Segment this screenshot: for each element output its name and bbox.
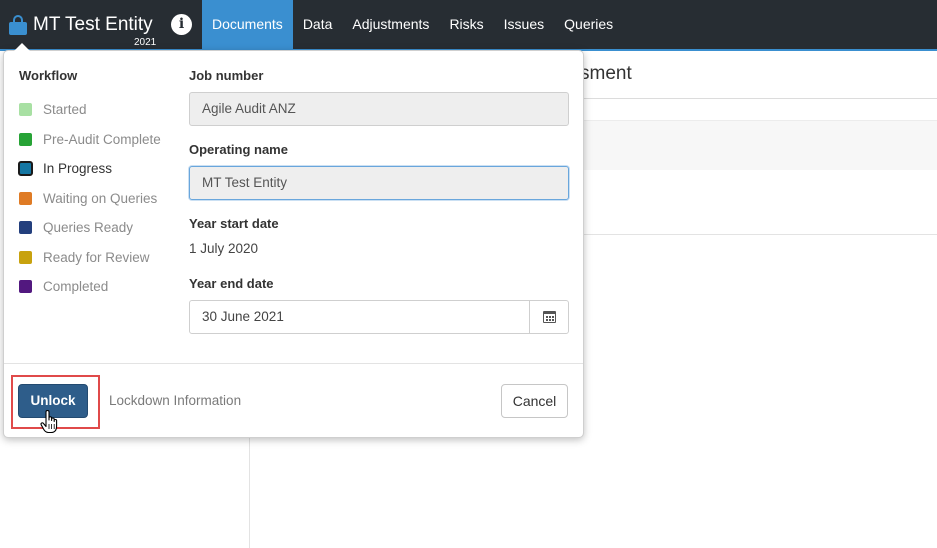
nav-tab-data[interactable]: Data — [293, 0, 343, 49]
lockdown-information-link[interactable]: Lockdown Information — [109, 393, 241, 408]
workflow-status-label: Waiting on Queries — [43, 190, 158, 206]
content-row — [580, 120, 937, 170]
year-end-date-picker: 30 June 2021 — [189, 300, 569, 334]
workflow-status-item[interactable]: Pre-Audit Complete — [18, 125, 161, 155]
status-color-swatch — [19, 191, 32, 205]
entity-name: MT Test Entity — [33, 13, 153, 35]
year-start-value: 1 July 2020 — [189, 241, 259, 256]
popover-arrow — [14, 43, 30, 51]
status-color-swatch — [18, 161, 33, 177]
operating-name-field[interactable]: MT Test Entity — [189, 166, 569, 200]
hand-pointer-icon — [40, 410, 58, 434]
workflow-status-item[interactable]: Waiting on Queries — [18, 184, 161, 214]
job-number-label: Job number — [189, 68, 264, 83]
workflow-status-label: Pre-Audit Complete — [43, 131, 161, 147]
workflow-status-label: Started — [43, 102, 87, 118]
year-end-label: Year end date — [189, 276, 274, 291]
main-nav: Documents Data Adjustments Risks Issues Queri… — [202, 0, 623, 49]
workflow-status-list: Started Pre-Audit Complete In Progress Wait… — [18, 95, 161, 302]
job-number-field[interactable]: Agile Audit ANZ — [189, 92, 569, 126]
cancel-button[interactable]: Cancel — [501, 384, 568, 418]
workflow-status-item[interactable]: Completed — [18, 272, 161, 302]
workflow-status-item[interactable]: Queries Ready — [18, 213, 161, 243]
nav-tab-issues[interactable]: Issues — [494, 0, 554, 49]
operating-name-label: Operating name — [189, 142, 288, 157]
calendar-button[interactable] — [529, 301, 568, 333]
year-end-date-field[interactable]: 30 June 2021 — [190, 301, 529, 333]
status-color-swatch — [19, 250, 32, 264]
status-color-swatch — [19, 280, 32, 294]
workflow-status-item[interactable]: In Progress — [18, 154, 161, 184]
status-color-swatch — [19, 132, 32, 146]
entity-details-popover: Workflow Started Pre-Audit Complete In Pro… — [3, 43, 584, 438]
status-color-swatch — [19, 221, 32, 235]
nav-tab-queries[interactable]: Queries — [554, 0, 623, 49]
page-heading: sment — [580, 63, 632, 84]
year-start-label: Year start date — [189, 216, 279, 231]
info-icon[interactable]: i — [171, 14, 192, 35]
entity-selector[interactable]: MT Test Entity — [9, 0, 153, 49]
workflow-status-label: In Progress — [43, 161, 113, 177]
workflow-status-label: Queries Ready — [43, 220, 134, 236]
footer-divider — [4, 363, 583, 364]
nav-tab-risks[interactable]: Risks — [439, 0, 493, 49]
workflow-status-label: Ready for Review — [43, 249, 150, 265]
heading-rule — [580, 98, 937, 99]
content-rule — [580, 234, 937, 235]
entity-year: 2021 — [134, 37, 157, 48]
status-color-swatch — [19, 103, 32, 117]
workflow-title: Workflow — [19, 68, 78, 83]
nav-tab-adjustments[interactable]: Adjustments — [342, 0, 439, 49]
lock-icon — [9, 14, 27, 35]
workflow-status-item[interactable]: Started — [18, 95, 161, 125]
workflow-status-item[interactable]: Ready for Review — [18, 243, 161, 273]
top-navigation-bar: MT Test Entity 2021 i Documents Data Adjus… — [0, 0, 937, 49]
workflow-status-label: Completed — [43, 279, 109, 295]
calendar-icon — [542, 311, 556, 323]
nav-tab-documents[interactable]: Documents — [202, 0, 293, 49]
